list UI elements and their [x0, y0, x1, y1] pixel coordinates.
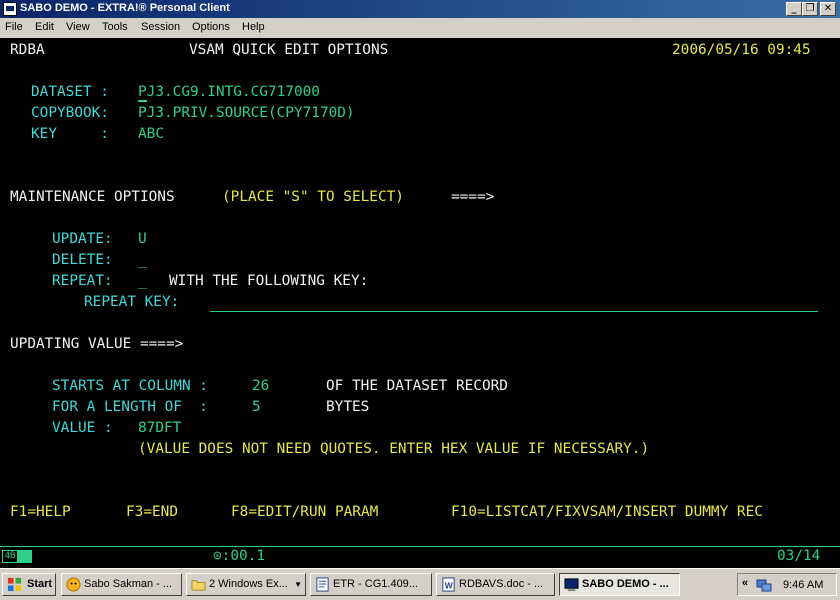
taskbar-item-rdbavs-doc[interactable]: W RDBAVS.doc - ...	[436, 573, 555, 596]
taskbar-item-label: 2 Windows Ex...	[209, 578, 288, 590]
window-title-bar[interactable]: SABO DEMO - EXTRA!® Personal Client _ ❐ …	[0, 0, 840, 18]
window-title: SABO DEMO - EXTRA!® Personal Client	[20, 2, 230, 14]
dataset-field[interactable]: PJ3.CG9.INTG.CG717000	[138, 84, 320, 101]
taskbar: Start Sabo Sakman - ... 2 Windows Ex... …	[0, 568, 840, 600]
network-icon[interactable]	[756, 577, 772, 593]
document-icon	[316, 577, 329, 592]
value-label: VALUE :	[52, 420, 113, 436]
terminal-screen[interactable]: RDBA VSAM QUICK EDIT OPTIONS 2006/05/16 …	[0, 38, 840, 568]
session-indicator-block: 4B	[2, 550, 32, 563]
close-button[interactable]: ✕	[820, 2, 836, 16]
menu-view[interactable]: View	[66, 21, 90, 33]
group-dropdown-icon: ▼	[294, 580, 302, 589]
taskbar-item-etr[interactable]: ETR - CG1.409...	[310, 573, 432, 596]
messenger-icon	[66, 577, 81, 592]
dataset-label: DATASET :	[31, 84, 109, 100]
system-tray: « 9:46 AM	[737, 573, 837, 596]
menu-help[interactable]: Help	[242, 21, 265, 33]
starts-at-suffix: OF THE DATASET RECORD	[326, 378, 508, 394]
value-note: (VALUE DOES NOT NEED QUOTES. ENTER HEX V…	[138, 441, 650, 457]
taskbar-item-label: Sabo Sakman - ...	[84, 578, 173, 590]
menu-tools[interactable]: Tools	[102, 21, 128, 33]
word-icon: W	[442, 577, 455, 592]
maintenance-label: MAINTENANCE OPTIONS	[10, 189, 175, 205]
updating-value-label: UPDATING VALUE ====>	[10, 336, 184, 352]
starts-at-field[interactable]: 26	[252, 378, 269, 395]
key-field[interactable]: ABC	[138, 126, 164, 143]
screen-heading: VSAM QUICK EDIT OPTIONS	[189, 42, 389, 58]
taskbar-item-label: RDBAVS.doc - ...	[459, 578, 544, 590]
maintenance-hint: (PLACE "S" TO SELECT)	[222, 189, 404, 205]
windows-logo-icon	[7, 577, 22, 592]
start-button[interactable]: Start	[2, 573, 56, 596]
pf-key-f8[interactable]: F8=EDIT/RUN PARAM	[231, 504, 378, 521]
restore-button[interactable]: ❐	[802, 2, 818, 16]
repeat-field[interactable]: _	[138, 273, 147, 290]
update-field[interactable]: U	[138, 231, 147, 248]
taskbar-item-label: ETR - CG1.409...	[333, 578, 418, 590]
tray-expand-icon[interactable]: «	[742, 577, 748, 589]
maintenance-arrow: ====>	[451, 189, 495, 205]
menu-options[interactable]: Options	[192, 21, 230, 33]
svg-text:W: W	[445, 580, 453, 590]
key-label: KEY :	[31, 126, 109, 142]
terminal-app-icon	[3, 2, 17, 16]
session-indicator: 4B	[2, 550, 18, 563]
taskbar-item-sabo-demo[interactable]: SABO DEMO - ...	[559, 573, 680, 596]
value-field[interactable]: 87DFT	[138, 420, 181, 437]
menu-edit[interactable]: Edit	[35, 21, 54, 33]
copybook-field[interactable]: PJ3.PRIV.SOURCE(CPY7170D)	[138, 105, 355, 122]
pf-key-f10[interactable]: F10=LISTCAT/FIXVSAM/INSERT DUMMY REC	[451, 504, 763, 521]
cursor-position: 03/14	[777, 548, 821, 564]
copybook-label: COPYBOOK:	[31, 105, 109, 121]
repeat-following-text: WITH THE FOLLOWING KEY:	[169, 273, 369, 289]
repeat-key-field[interactable]	[210, 311, 818, 312]
delete-label: DELETE:	[52, 252, 113, 268]
update-label: UPDATE:	[52, 231, 113, 247]
length-label: FOR A LENGTH OF :	[52, 399, 208, 415]
menu-bar: File Edit View Tools Session Options Hel…	[0, 18, 840, 38]
response-timer: ⊙:00.1	[213, 548, 265, 564]
minimize-button[interactable]: _	[786, 2, 802, 16]
terminal-icon	[564, 578, 579, 592]
timestamp: 2006/05/16 09:45	[672, 42, 811, 58]
clock[interactable]: 9:46 AM	[783, 579, 823, 591]
length-field[interactable]: 5	[252, 399, 261, 416]
taskbar-item-windows-explorer[interactable]: 2 Windows Ex... ▼	[186, 573, 306, 596]
length-suffix: BYTES	[326, 399, 370, 415]
taskbar-item-sabo-sakman[interactable]: Sabo Sakman - ...	[61, 573, 182, 596]
delete-field[interactable]: _	[138, 252, 147, 269]
text-cursor	[138, 100, 147, 102]
pf-key-f1[interactable]: F1=HELP	[10, 504, 71, 521]
start-label: Start	[27, 578, 53, 590]
menu-session[interactable]: Session	[141, 21, 180, 33]
system-name: RDBA	[10, 42, 45, 58]
taskbar-item-label: SABO DEMO - ...	[582, 578, 669, 590]
folder-icon	[191, 580, 206, 591]
repeat-label: REPEAT:	[52, 273, 113, 289]
status-separator	[0, 546, 840, 547]
starts-at-label: STARTS AT COLUMN :	[52, 378, 208, 394]
pf-key-f3[interactable]: F3=END	[126, 504, 178, 521]
menu-file[interactable]: File	[5, 21, 23, 33]
repeat-key-label: REPEAT KEY:	[84, 294, 180, 310]
